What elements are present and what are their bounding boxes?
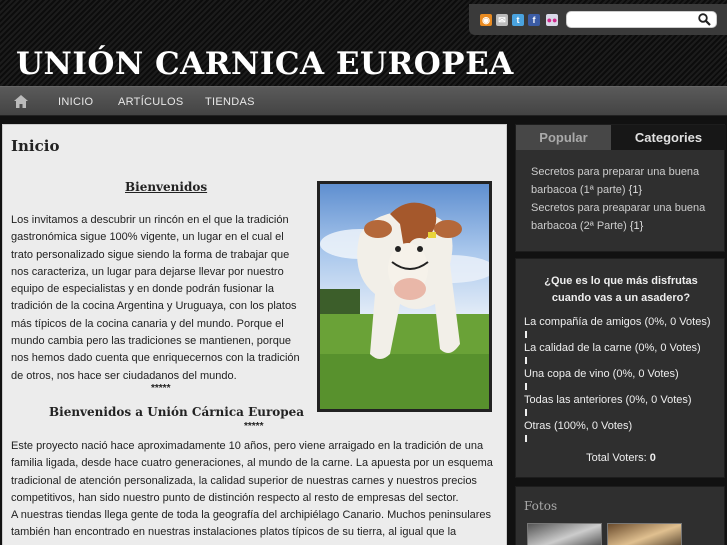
poll-option: Una copa de vino (0%, 0 Votes) — [524, 368, 679, 380]
stars-separator: ***** — [244, 421, 264, 432]
photo-thumbnail[interactable] — [527, 523, 602, 545]
main-nav: INICIO ARTÍCULOS TIENDAS — [0, 86, 727, 116]
comment-count: {1} — [628, 184, 643, 196]
body-text: Este proyecto nació hace aproximadamente… — [11, 438, 503, 545]
popular-widget: Popular Categories Secretos para prepara… — [515, 124, 726, 252]
home-icon[interactable] — [14, 95, 28, 108]
mail-icon[interactable]: ✉ — [496, 14, 508, 26]
photo-thumbnail[interactable] — [607, 523, 682, 545]
facebook-icon[interactable]: f — [528, 14, 540, 26]
poll-total-label: Total Voters: — [586, 452, 647, 464]
search-input[interactable] — [566, 11, 717, 28]
post-link[interactable]: Secretos para preaparar una buena barbac… — [531, 202, 705, 232]
fotos-widget: Fotos — [515, 486, 725, 545]
welcome-heading: Bienvenidos — [125, 180, 208, 194]
poll-question: ¿Que es lo que más disfrutas cuando vas … — [544, 275, 698, 304]
list-item: Secretos para preparar una buena barbaco… — [531, 163, 716, 199]
top-bar: ◉ ✉ t f ●● — [469, 4, 727, 35]
poll-result-bar — [525, 409, 527, 416]
body-paragraph: Este proyecto nació hace aproximadamente… — [11, 440, 493, 504]
poll-option: La calidad de la carne (0%, 0 Votes) — [524, 342, 701, 354]
welcome-subheading: Bienvenidos a Unión Cárnica Europea — [49, 405, 305, 419]
rss-icon[interactable]: ◉ — [480, 14, 492, 26]
poll-option: Todas las anteriores (0%, 0 Votes) — [524, 394, 692, 406]
twitter-icon[interactable]: t — [512, 14, 524, 26]
body-paragraph: A nuestras tiendas llega gente de toda l… — [11, 509, 492, 545]
page-title: Inicio — [11, 137, 60, 155]
poll-option: Otras (100%, 0 Votes) — [524, 420, 633, 432]
poll-total: Total Voters: 0 — [516, 452, 726, 464]
list-item: Secretos para preaparar una buena barbac… — [531, 199, 716, 235]
flickr-icon[interactable]: ●● — [546, 14, 558, 26]
poll-result-bar — [525, 357, 527, 364]
intro-paragraph: Los invitamos a descubrir un rincón en e… — [11, 214, 300, 382]
poll-total-value: 0 — [649, 452, 656, 464]
tab-popular[interactable]: Popular — [516, 125, 611, 150]
tab-categories[interactable]: Categories — [611, 125, 726, 150]
poll-result-bar — [525, 331, 527, 338]
stars-separator: ***** — [151, 383, 171, 394]
search-icon[interactable] — [698, 13, 711, 26]
poll-widget: ¿Que es lo que más disfrutas cuando vas … — [515, 258, 725, 478]
poll-option: La compañía de amigos (0%, 0 Votes) — [524, 316, 711, 328]
nav-item-inicio[interactable]: INICIO — [58, 96, 93, 108]
nav-item-articulos[interactable]: ARTÍCULOS — [118, 96, 183, 108]
main-content: Inicio Bienvenidos Los invitamos a descu… — [2, 124, 507, 545]
cow-photo — [317, 181, 492, 412]
popular-list: Secretos para preparar una buena barbaco… — [531, 163, 716, 235]
nav-item-tiendas[interactable]: TIENDAS — [205, 96, 255, 108]
comment-count: {1} — [629, 220, 644, 232]
post-link[interactable]: Secretos para preparar una buena barbaco… — [531, 166, 699, 196]
poll-result-bar — [525, 383, 527, 390]
site-title[interactable]: UNIÓN CARNICA EUROPEA — [16, 46, 514, 82]
fotos-title: Fotos — [524, 499, 558, 513]
site-header: UNIÓN CARNICA EUROPEA ◉ ✉ t f ●● — [0, 0, 727, 86]
poll-result-bar — [525, 435, 527, 442]
